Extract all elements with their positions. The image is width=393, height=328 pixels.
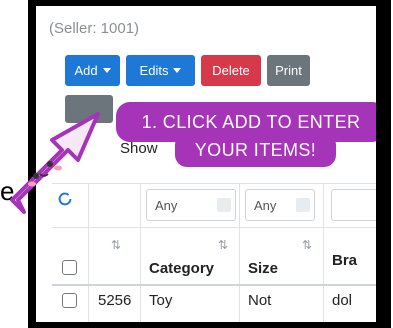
chevron-down-icon: [173, 68, 182, 73]
column-divider: [239, 183, 240, 322]
add-button[interactable]: Add: [65, 55, 120, 86]
add-label: Add: [74, 63, 98, 78]
toolbar: Add Edits Delete Print: [65, 55, 310, 86]
edits-button[interactable]: Edits: [126, 55, 195, 86]
category-filter[interactable]: Any: [146, 189, 236, 221]
header-bottom-border: [52, 284, 376, 286]
column-header-brand[interactable]: Bra: [332, 252, 357, 269]
column-header-category[interactable]: Category: [149, 260, 214, 277]
chevron-down-icon: [102, 68, 111, 73]
row-category: Toy: [149, 292, 173, 309]
row-checkbox[interactable]: [62, 293, 77, 308]
edits-label: Edits: [139, 63, 169, 78]
column-divider: [140, 183, 141, 322]
category-filter-value: Any: [155, 197, 178, 213]
size-filter-value: Any: [254, 197, 277, 213]
delete-button[interactable]: Delete: [201, 55, 261, 86]
seller-label: (Seller: 1001): [49, 20, 140, 37]
row-id: 5256: [98, 292, 132, 309]
print-button[interactable]: Print: [267, 55, 310, 86]
dropdown-icon: [296, 198, 310, 212]
column-header-size[interactable]: Size: [248, 260, 278, 277]
sort-icon[interactable]: ⇅: [302, 238, 312, 252]
row-size: Not: [248, 292, 272, 309]
sort-icon[interactable]: ⇅: [111, 238, 121, 252]
pointing-arrow-icon: [10, 112, 100, 214]
sort-icon[interactable]: ⇅: [218, 238, 228, 252]
callout-banner-line2: YOUR ITEMS!: [175, 133, 336, 167]
size-filter[interactable]: Any: [245, 189, 315, 221]
brand-filter[interactable]: [331, 189, 376, 221]
dropdown-icon: [217, 198, 231, 212]
filter-row-border: [52, 227, 376, 228]
column-divider: [323, 183, 324, 322]
show-label: Show: [120, 140, 158, 157]
row-brand: dol: [332, 292, 353, 309]
select-all-checkbox[interactable]: [62, 260, 77, 275]
